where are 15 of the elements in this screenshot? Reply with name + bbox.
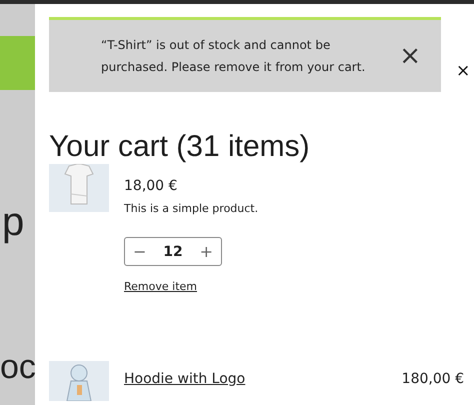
background-text: oc — [0, 350, 35, 384]
quantity-value: 12 — [163, 244, 183, 260]
unit-price: 18,00 € — [124, 178, 178, 194]
line-total: 180,00 € — [402, 371, 464, 389]
quantity-stepper[interactable]: − 12 + — [124, 237, 222, 266]
product-description: This is a simple product. — [124, 202, 258, 215]
dismiss-button[interactable]: × — [399, 43, 421, 69]
notice-message: “T-Shirt” is out of stock and cannot be purchased. Please remove it from your cart. — [101, 37, 366, 76]
cart-heading: Your cart (31 items) — [49, 130, 311, 164]
decrease-button[interactable]: − — [133, 242, 146, 261]
product-name-link[interactable]: Hoodie with Logo — [124, 371, 246, 387]
background-text: p — [1, 202, 26, 242]
remove-item-link[interactable]: Remove item — [124, 280, 197, 293]
close-button[interactable]: × — [456, 61, 470, 81]
increase-button[interactable]: + — [200, 242, 213, 261]
